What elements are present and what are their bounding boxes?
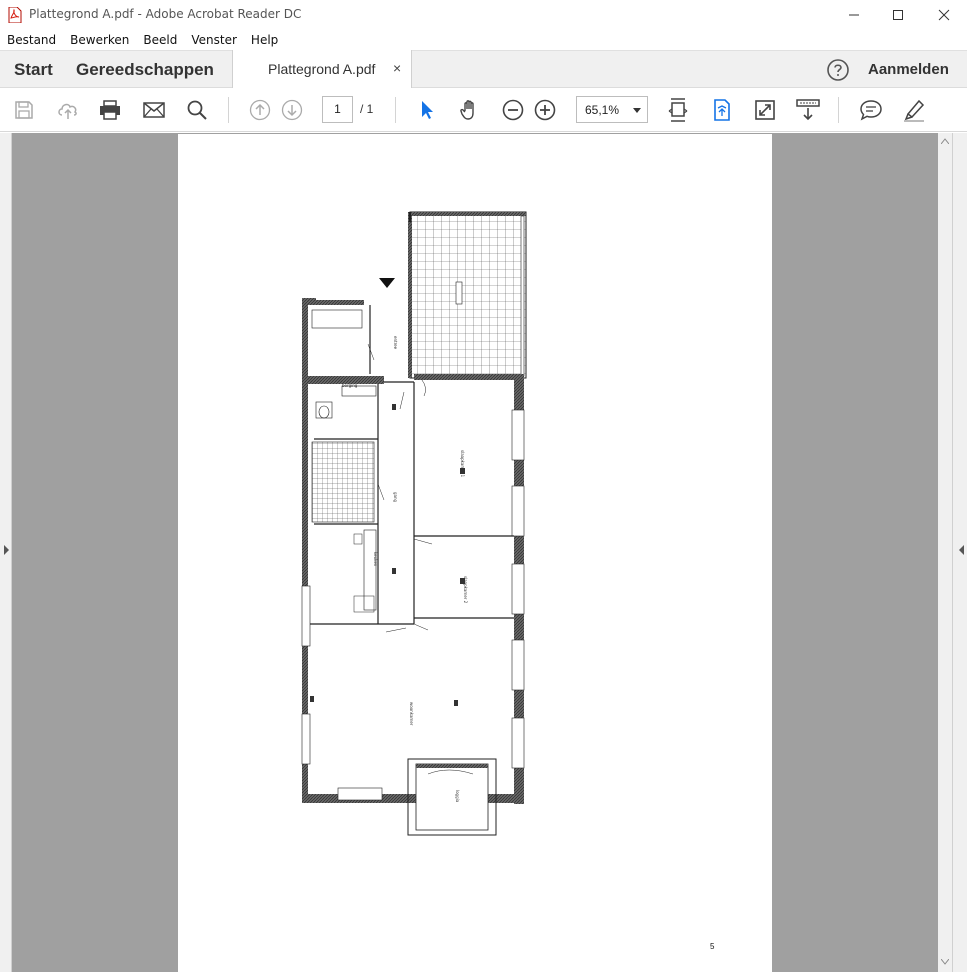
- zoom-level-select[interactable]: 65,1%: [576, 96, 648, 123]
- toolbar: [0, 88, 967, 132]
- rotate-view-button[interactable]: [710, 98, 734, 122]
- arrow-up-icon: [249, 99, 271, 121]
- chevron-down-icon: [633, 108, 641, 113]
- print-icon: [100, 100, 120, 120]
- print-button[interactable]: [98, 98, 122, 122]
- chevron-right-icon: [4, 545, 9, 555]
- fit-page-button[interactable]: [666, 98, 690, 122]
- menu-bewerken[interactable]: Bewerken: [63, 30, 136, 50]
- zoom-in-button[interactable]: [533, 98, 557, 122]
- toolbar-separator: [395, 97, 396, 123]
- tab-document[interactable]: Plattegrond A.pdf ×: [232, 50, 412, 89]
- document-tab-label: Plattegrond A.pdf: [268, 61, 376, 77]
- toolbar-separator: [838, 97, 839, 123]
- scroll-down-icon: [941, 959, 949, 965]
- tab-bar: Start Gereedschappen Plattegrond A.pdf ×…: [0, 50, 967, 89]
- help-icon[interactable]: [826, 58, 850, 82]
- tab-tools[interactable]: Gereedschappen: [76, 60, 214, 80]
- menu-beeld[interactable]: Beeld: [136, 30, 184, 50]
- comment-icon: [860, 100, 882, 121]
- select-tool-button[interactable]: [415, 98, 439, 122]
- toolbar-separator: [228, 97, 229, 123]
- menu-help[interactable]: Help: [244, 30, 285, 50]
- previous-page-button[interactable]: [248, 98, 272, 122]
- select-pointer-icon: [422, 101, 433, 119]
- svg-text:keuken: keuken: [373, 552, 378, 567]
- printed-page-number: 5: [710, 942, 715, 951]
- highlight-pen-icon: [904, 99, 925, 122]
- left-pane-toggle[interactable]: [0, 133, 12, 972]
- svg-text:berging: berging: [342, 383, 358, 388]
- page-number-input[interactable]: 1: [322, 96, 353, 123]
- hand-tool-button[interactable]: [458, 98, 482, 122]
- svg-text:entree: entree: [393, 336, 398, 350]
- save-button[interactable]: [12, 98, 36, 122]
- zoom-level-value: 65,1%: [585, 103, 620, 117]
- arrow-down-icon: [281, 99, 303, 121]
- close-tab-button[interactable]: ×: [393, 60, 401, 76]
- right-pane-toggle[interactable]: [952, 133, 967, 972]
- cloud-upload-button[interactable]: [56, 98, 80, 122]
- close-icon: [938, 9, 950, 21]
- fullscreen-button[interactable]: [753, 98, 777, 122]
- pdf-page[interactable]: slaapkamer 1 slaapkamer 2 woonkamer logg…: [178, 134, 772, 972]
- zoom-in-icon: [534, 99, 556, 121]
- minimize-button[interactable]: [831, 0, 877, 30]
- zoom-out-button[interactable]: [501, 98, 525, 122]
- menu-venster[interactable]: Venster: [184, 30, 244, 50]
- email-icon: [143, 102, 165, 118]
- rotate-view-icon: [714, 99, 730, 121]
- chevron-left-icon: [959, 545, 964, 555]
- svg-text:gang: gang: [393, 492, 398, 503]
- menu-bestand[interactable]: Bestand: [0, 30, 63, 50]
- svg-text:woonkamer: woonkamer: [409, 702, 414, 726]
- title-bar: Plattegrond A.pdf - Adobe Acrobat Reader…: [0, 0, 967, 30]
- scroll-mode-icon: [796, 99, 820, 121]
- svg-text:loggia: loggia: [455, 790, 460, 803]
- window-title: Plattegrond A.pdf - Adobe Acrobat Reader…: [29, 7, 302, 21]
- page-total-label: / 1: [360, 102, 374, 116]
- zoom-out-icon: [502, 99, 524, 121]
- maximize-button[interactable]: [875, 0, 921, 30]
- document-workspace[interactable]: slaapkamer 1 slaapkamer 2 woonkamer logg…: [0, 133, 967, 972]
- pdf-file-icon: [8, 7, 22, 23]
- next-page-button[interactable]: [280, 98, 304, 122]
- comment-button[interactable]: [859, 98, 883, 122]
- minimize-icon: [849, 14, 859, 16]
- highlight-button[interactable]: [902, 98, 926, 122]
- sign-in-button[interactable]: Aanmelden: [868, 61, 949, 78]
- close-window-button[interactable]: [921, 0, 967, 30]
- scroll-up-icon: [941, 138, 949, 144]
- tab-home[interactable]: Start: [14, 60, 53, 80]
- email-button[interactable]: [142, 98, 166, 122]
- floor-plan-drawing: slaapkamer 1 slaapkamer 2 woonkamer logg…: [301, 211, 527, 836]
- menu-bar: Bestand Bewerken Beeld Venster Help: [0, 30, 967, 50]
- cloud-upload-icon: [58, 103, 77, 119]
- fullscreen-icon: [755, 100, 775, 120]
- vertical-scrollbar[interactable]: [938, 133, 952, 972]
- scroll-mode-button[interactable]: [796, 98, 820, 122]
- search-button[interactable]: [185, 98, 209, 122]
- fit-page-icon: [668, 98, 688, 122]
- search-icon: [187, 100, 207, 120]
- hand-icon: [460, 100, 474, 120]
- save-icon: [15, 101, 33, 119]
- maximize-icon: [893, 10, 903, 20]
